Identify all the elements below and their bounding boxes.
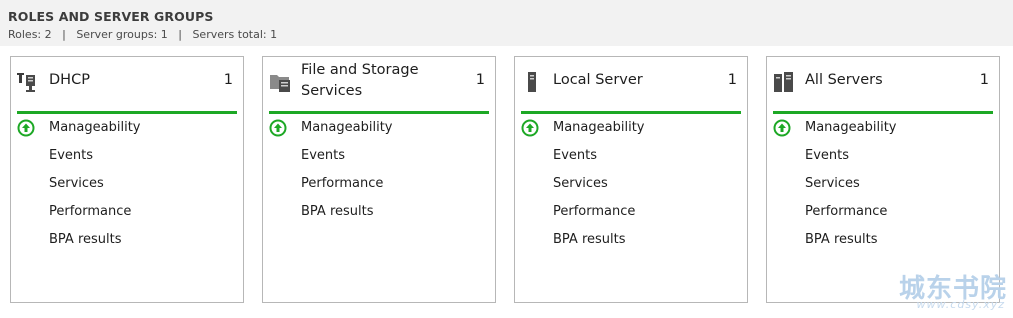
local-server-icon <box>528 72 536 92</box>
card-list: Manageability Events Performance BPA res… <box>269 119 489 231</box>
list-item-label[interactable]: Performance <box>553 203 635 221</box>
card-header[interactable]: File and Storage Services 1 <box>269 57 489 114</box>
list-item-label[interactable]: Events <box>301 147 345 165</box>
cards-area: DHCP 1 Manageability Events Services Per… <box>0 46 1013 318</box>
card-header[interactable]: Local Server 1 <box>521 57 741 114</box>
list-item-manageability[interactable]: Manageability <box>773 119 993 147</box>
card-title[interactable]: Local Server <box>553 70 643 91</box>
list-item-manageability[interactable]: Manageability <box>521 119 741 147</box>
status-ok-icon <box>773 119 791 137</box>
role-card-local-server[interactable]: Local Server 1 Manageability Events Serv… <box>514 56 748 303</box>
list-item-label[interactable]: Performance <box>805 203 887 221</box>
list-item-manageability[interactable]: Manageability <box>17 119 237 147</box>
list-item-performance[interactable]: Performance <box>17 203 237 231</box>
list-item-manageability[interactable]: Manageability <box>269 119 489 147</box>
card-count: 1 <box>979 72 989 88</box>
card-list: Manageability Events Services Performanc… <box>521 119 741 259</box>
status-ok-icon <box>521 119 539 137</box>
list-item-bpa-results[interactable]: BPA results <box>269 203 489 231</box>
list-item-label[interactable]: Manageability <box>553 119 644 137</box>
all-servers-icon <box>774 72 793 92</box>
role-card-all-servers[interactable]: All Servers 1 Manageability Events Servi… <box>766 56 1000 303</box>
list-item-bpa-results[interactable]: BPA results <box>521 231 741 259</box>
card-count: 1 <box>727 72 737 88</box>
file-storage-icon <box>270 75 290 92</box>
watermark-url: www.cdsy.xyz <box>916 298 1005 311</box>
list-item-services[interactable]: Services <box>521 175 741 203</box>
list-item-label[interactable]: BPA results <box>553 231 626 249</box>
status-ok-icon <box>17 119 35 137</box>
card-title[interactable]: All Servers <box>805 70 883 91</box>
list-item-label[interactable]: Manageability <box>805 119 896 137</box>
role-card-file-storage[interactable]: File and Storage Services 1 Manageabilit… <box>262 56 496 303</box>
list-item-label[interactable]: Performance <box>301 175 383 193</box>
list-item-label[interactable]: BPA results <box>301 203 374 221</box>
list-item-label[interactable]: Events <box>553 147 597 165</box>
card-title[interactable]: File and Storage Services <box>301 60 451 102</box>
watermark: 城东书院 www.cdsy.xyz <box>881 268 1007 312</box>
list-item-services[interactable]: Services <box>773 175 993 203</box>
list-item-label[interactable]: BPA results <box>805 231 878 249</box>
section-summary: Roles: 2 | Server groups: 1 | Servers to… <box>8 28 278 41</box>
card-header[interactable]: DHCP 1 <box>17 57 237 114</box>
list-item-events[interactable]: Events <box>269 147 489 175</box>
server-manager-dashboard: ROLES AND SERVER GROUPS Roles: 2 | Serve… <box>0 0 1013 318</box>
dhcp-role-icon <box>17 73 35 92</box>
list-item-label[interactable]: Services <box>805 175 860 193</box>
section-title: ROLES AND SERVER GROUPS <box>8 9 214 24</box>
list-item-performance[interactable]: Performance <box>773 203 993 231</box>
section-header: ROLES AND SERVER GROUPS Roles: 2 | Serve… <box>0 0 1013 46</box>
list-item-label[interactable]: Manageability <box>49 119 140 137</box>
list-item-label[interactable]: Manageability <box>301 119 392 137</box>
list-item-label[interactable]: Events <box>805 147 849 165</box>
list-item-bpa-results[interactable]: BPA results <box>17 231 237 259</box>
card-count: 1 <box>475 72 485 88</box>
card-list: Manageability Events Services Performanc… <box>17 119 237 259</box>
list-item-label[interactable]: BPA results <box>49 231 122 249</box>
list-item-performance[interactable]: Performance <box>269 175 489 203</box>
list-item-label[interactable]: Events <box>49 147 93 165</box>
list-item-services[interactable]: Services <box>17 175 237 203</box>
list-item-label[interactable]: Services <box>553 175 608 193</box>
list-item-performance[interactable]: Performance <box>521 203 741 231</box>
card-count: 1 <box>223 72 233 88</box>
card-list: Manageability Events Services Performanc… <box>773 119 993 259</box>
list-item-events[interactable]: Events <box>521 147 741 175</box>
card-title[interactable]: DHCP <box>49 70 90 91</box>
card-header[interactable]: All Servers 1 <box>773 57 993 114</box>
list-item-events[interactable]: Events <box>17 147 237 175</box>
role-card-dhcp[interactable]: DHCP 1 Manageability Events Services Per… <box>10 56 244 303</box>
status-ok-icon <box>269 119 287 137</box>
list-item-label[interactable]: Services <box>49 175 104 193</box>
list-item-bpa-results[interactable]: BPA results <box>773 231 993 259</box>
list-item-label[interactable]: Performance <box>49 203 131 221</box>
list-item-events[interactable]: Events <box>773 147 993 175</box>
